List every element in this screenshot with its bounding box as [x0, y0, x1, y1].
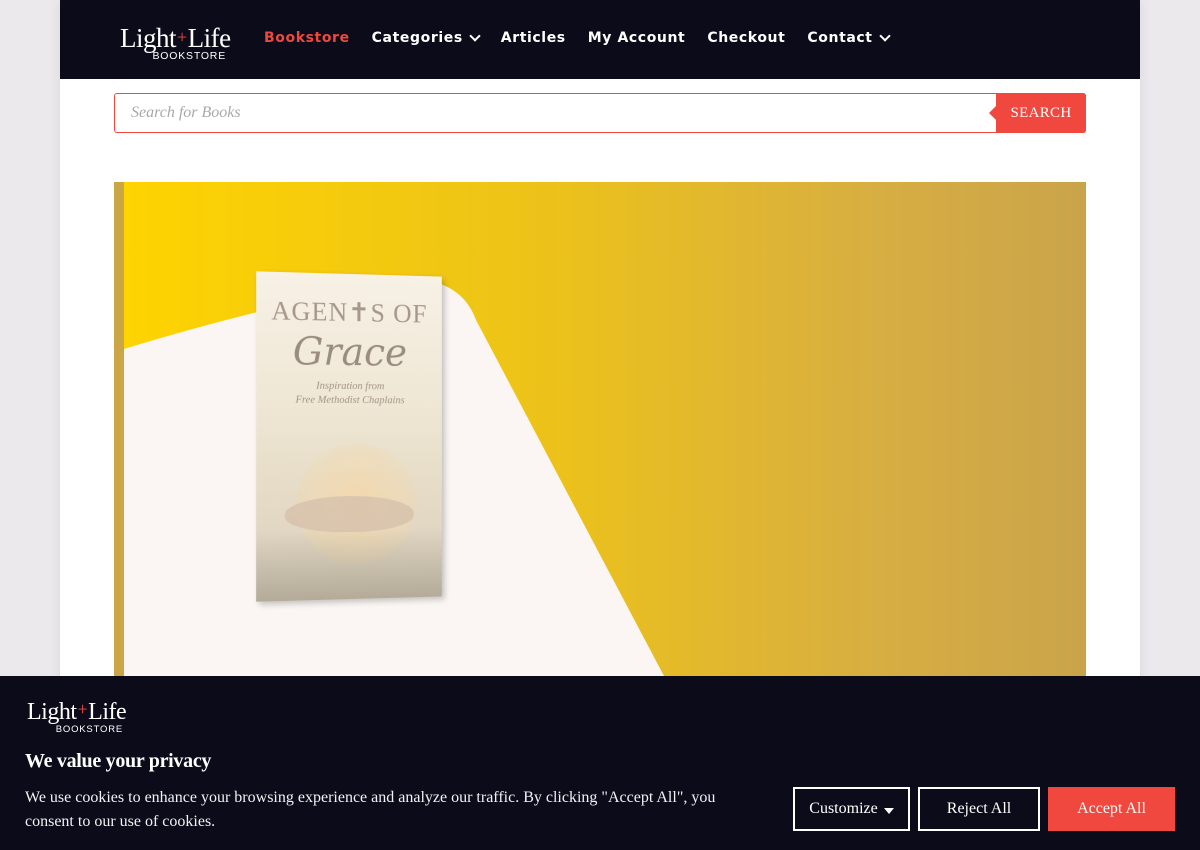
- book-title-line2: Grace: [292, 328, 407, 375]
- search-button[interactable]: SEARCH: [989, 93, 1086, 133]
- site-logo[interactable]: Light+Life BOOKSTORE: [120, 23, 231, 62]
- hero-banner: AGEN✝S OF Grace Inspiration from Free Me…: [114, 182, 1086, 676]
- chevron-down-icon: [469, 30, 481, 42]
- logo-wordmark: Light+Life: [27, 699, 127, 725]
- nav-item-articles[interactable]: Articles: [501, 30, 566, 46]
- book-title-line1: AGEN✝S OF: [271, 296, 428, 329]
- cookie-description: We use cookies to enhance your browsing …: [25, 789, 716, 830]
- cookie-title: We value your privacy: [25, 750, 212, 772]
- search-input[interactable]: [115, 94, 985, 132]
- book-cover-image[interactable]: AGEN✝S OF Grace Inspiration from Free Me…: [256, 271, 442, 602]
- logo-wordmark: Light+Life: [120, 23, 231, 53]
- nav-item-checkout[interactable]: Checkout: [707, 30, 785, 46]
- nav-item-my-account[interactable]: My Account: [588, 30, 686, 46]
- caret-down-icon: [883, 807, 894, 814]
- chevron-down-icon: [878, 30, 891, 42]
- cookie-banner-logo: Light+Life BOOKSTORE: [27, 698, 127, 735]
- logo-subtitle: BOOKSTORE: [55, 724, 123, 735]
- customize-button[interactable]: Customize: [793, 787, 910, 831]
- book-ground-shade: [256, 527, 442, 602]
- hero-edge: [114, 182, 124, 676]
- main-nav: Bookstore Categories Articles My Account…: [264, 30, 911, 46]
- nav-item-bookstore[interactable]: Bookstore: [264, 30, 350, 46]
- book-subtitle: Inspiration from Free Methodist Chaplain…: [295, 380, 405, 407]
- nav-item-contact[interactable]: Contact: [807, 30, 891, 46]
- book-search-form: SEARCH: [114, 93, 1086, 133]
- reject-all-button[interactable]: Reject All: [918, 787, 1040, 831]
- cookie-consent-banner: Light+Life BOOKSTORE We value your priva…: [0, 676, 1200, 850]
- nav-item-categories[interactable]: Categories: [372, 30, 481, 46]
- accept-all-button[interactable]: Accept All: [1048, 787, 1175, 831]
- site-header: Light+Life BOOKSTORE Bookstore Categorie…: [60, 0, 1140, 79]
